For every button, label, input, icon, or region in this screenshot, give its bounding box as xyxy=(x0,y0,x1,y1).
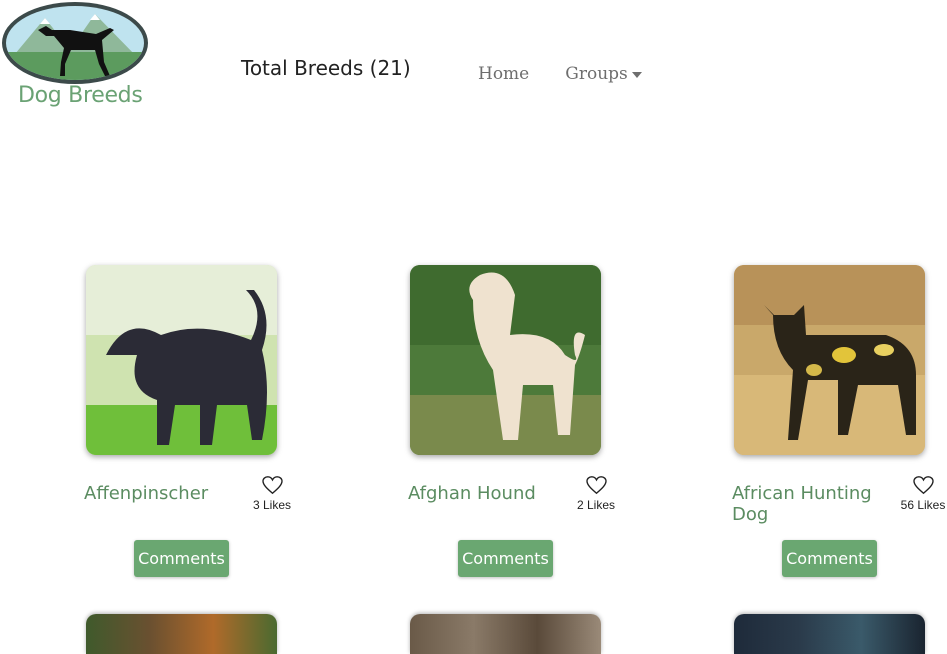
heart-icon[interactable] xyxy=(912,476,934,495)
breed-photo[interactable] xyxy=(410,614,601,654)
breed-photo[interactable] xyxy=(86,614,277,654)
breed-name[interactable]: Affenpinscher xyxy=(84,483,234,504)
logo-text: Dog Breeds xyxy=(18,83,143,108)
heart-icon[interactable] xyxy=(261,476,283,495)
likes-count: 2 Likes xyxy=(576,498,616,512)
nav-groups-label: Groups xyxy=(565,64,628,84)
caret-down-icon xyxy=(631,72,642,78)
like-control[interactable]: 2 Likes xyxy=(566,476,626,512)
comments-button[interactable]: Comments xyxy=(458,540,553,577)
breed-photo[interactable] xyxy=(734,614,925,654)
nav-home-link[interactable]: Home xyxy=(478,64,529,84)
breed-photo[interactable] xyxy=(410,265,601,455)
comments-button[interactable]: Comments xyxy=(134,540,229,577)
likes-count: 56 Likes xyxy=(900,498,946,512)
likes-count: 3 Likes xyxy=(252,498,292,512)
total-breeds-heading: Total Breeds (21) xyxy=(241,56,411,80)
nav-groups-dropdown[interactable]: Groups xyxy=(565,64,642,84)
like-control[interactable]: 3 Likes xyxy=(242,476,302,512)
breed-photo[interactable] xyxy=(86,265,277,455)
like-control[interactable]: 56 Likes xyxy=(893,476,947,512)
breed-name[interactable]: Afghan Hound xyxy=(408,483,558,504)
comments-button[interactable]: Comments xyxy=(782,540,877,577)
breed-photo[interactable] xyxy=(734,265,925,455)
breed-name[interactable]: African Hunting Dog xyxy=(732,483,882,525)
main-nav: Home Groups xyxy=(478,64,642,84)
heart-icon[interactable] xyxy=(585,476,607,495)
